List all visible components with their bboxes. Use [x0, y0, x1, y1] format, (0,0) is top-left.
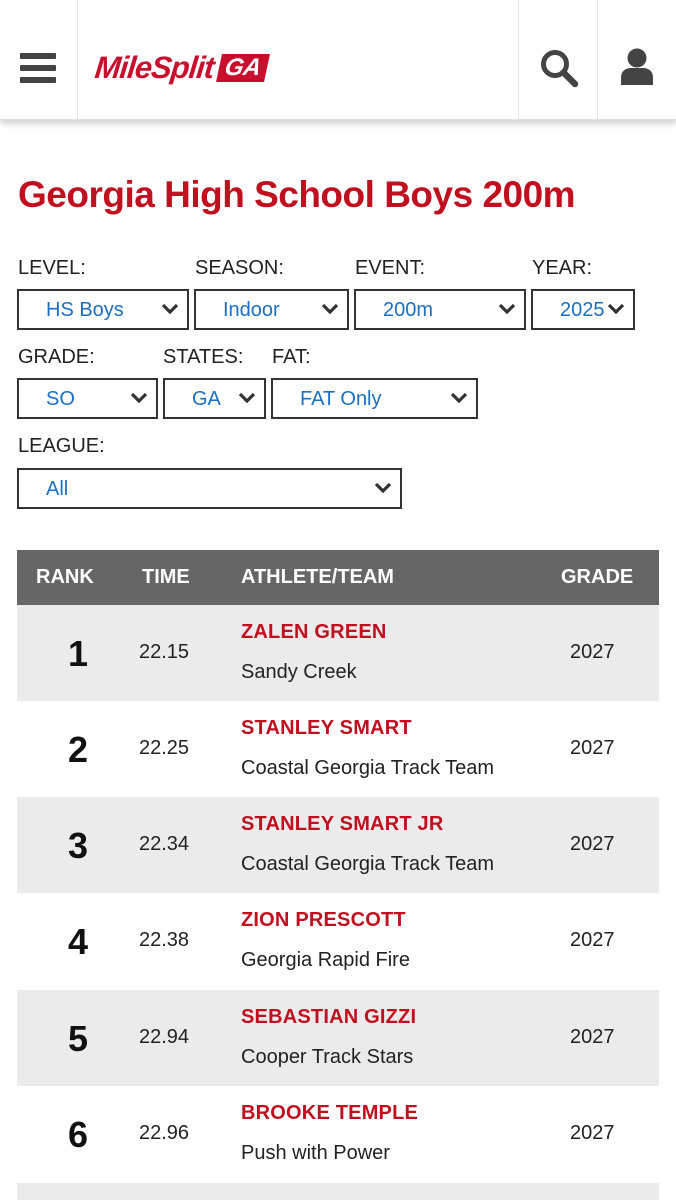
table-row: 3 22.34 STANLEY SMART JR Coastal Georgia… — [17, 797, 659, 893]
season-label: SEASON: — [195, 257, 284, 279]
team-name[interactable]: Push with Power — [241, 1142, 390, 1165]
level-label: LEVEL: — [18, 257, 86, 279]
table-row: 1 22.15 ZALEN GREEN Sandy Creek 2027 — [17, 605, 659, 701]
chevron-down-icon — [238, 392, 256, 404]
team-name[interactable]: Coastal Georgia Track Team — [241, 757, 494, 780]
user-icon — [621, 48, 653, 85]
athlete-link[interactable]: STANLEY SMART JR — [241, 813, 443, 836]
team-name[interactable]: Georgia Rapid Fire — [241, 949, 410, 972]
rankings-table-header: RANK TIME ATHLETE/TEAM GRADE — [17, 550, 659, 605]
league-select-value: All — [46, 478, 69, 500]
event-select-value: 200m — [383, 299, 434, 321]
time-cell: 22.15 — [139, 641, 190, 663]
grade-cell: 2027 — [570, 929, 615, 951]
rank-cell: 3 — [67, 825, 89, 866]
states-label: STATES: — [163, 346, 244, 368]
rank-cell: 2 — [67, 729, 89, 770]
table-row: 4 22.38 ZION PRESCOTT Georgia Rapid Fire… — [17, 893, 659, 989]
time-cell: 22.34 — [139, 833, 190, 855]
fat-select[interactable]: FAT Only — [271, 378, 478, 419]
rank-cell: 1 — [67, 633, 89, 674]
athlete-link[interactable]: ZALEN GREEN — [241, 621, 387, 644]
league-select[interactable]: All — [17, 468, 402, 509]
time-cell: 22.25 — [139, 737, 190, 759]
states-select[interactable]: GA — [163, 378, 266, 419]
rank-cell: 4 — [67, 921, 89, 962]
event-label: EVENT: — [355, 257, 426, 279]
time-cell: 22.94 — [139, 1026, 190, 1048]
table-row: 5 22.94 SEBASTIAN GIZZI Cooper Track Sta… — [17, 990, 659, 1086]
rank-cell: 5 — [67, 1018, 89, 1059]
column-header-time[interactable]: TIME — [142, 566, 190, 589]
column-header-athlete[interactable]: ATHLETE/TEAM — [241, 566, 394, 589]
column-header-rank[interactable]: RANK — [36, 566, 94, 589]
menu-button[interactable] — [0, 0, 78, 120]
chevron-down-icon — [450, 392, 468, 404]
athlete-link[interactable]: BROOKE TEMPLE — [241, 1102, 418, 1125]
chevron-down-icon — [130, 392, 148, 404]
athlete-link[interactable]: SEBASTIAN GIZZI — [241, 1006, 416, 1029]
year-label: YEAR: — [532, 257, 593, 279]
grade-cell: 2027 — [570, 1026, 615, 1048]
year-select[interactable]: 2025 — [531, 289, 635, 330]
team-name[interactable]: Coastal Georgia Track Team — [241, 853, 494, 876]
rank-cell: 6 — [67, 1114, 89, 1155]
season-select[interactable]: Indoor — [194, 289, 349, 330]
league-label: LEAGUE: — [18, 435, 105, 457]
grade-label: GRADE: — [18, 346, 95, 368]
fat-label: FAT: — [272, 346, 311, 368]
chevron-down-icon — [607, 303, 625, 315]
grade-select[interactable]: SO — [17, 378, 158, 419]
site-header: MileSplit GA — [0, 0, 676, 120]
level-select[interactable]: HS Boys — [17, 289, 189, 330]
grade-cell: 2027 — [570, 833, 615, 855]
athlete-link[interactable]: ZION PRESCOTT — [241, 909, 406, 932]
page-title: Georgia High School Boys 200m — [18, 174, 576, 215]
logo-state-badge: GA — [216, 54, 271, 82]
grade-cell: 2027 — [570, 737, 615, 759]
athlete-link[interactable]: STANLEY SMART — [241, 717, 412, 740]
time-cell: 22.96 — [139, 1122, 190, 1144]
year-select-value: 2025 — [560, 299, 605, 321]
states-select-value: GA — [192, 388, 221, 410]
table-row: 2 22.25 STANLEY SMART Coastal Georgia Tr… — [17, 701, 659, 797]
milesplit-logo[interactable]: MileSplit GA — [93, 48, 271, 88]
search-button[interactable] — [518, 0, 598, 120]
chevron-down-icon — [321, 303, 339, 315]
table-row: 6 22.96 BROOKE TEMPLE Push with Power 20… — [17, 1086, 659, 1182]
grade-cell: 2027 — [570, 641, 615, 663]
chevron-down-icon — [161, 303, 179, 315]
team-name[interactable]: Sandy Creek — [241, 661, 357, 684]
team-name[interactable]: Cooper Track Stars — [241, 1046, 413, 1069]
account-button[interactable] — [598, 0, 676, 120]
chevron-down-icon — [374, 482, 392, 494]
column-header-grade[interactable]: GRADE — [561, 566, 633, 589]
chevron-down-icon — [498, 303, 516, 315]
fat-select-value: FAT Only — [300, 388, 382, 410]
season-select-value: Indoor — [223, 299, 280, 321]
table-row — [17, 1183, 659, 1200]
search-icon — [541, 50, 579, 88]
logo-wordmark: MileSplit — [93, 50, 216, 85]
grade-cell: 2027 — [570, 1122, 615, 1144]
grade-select-value: SO — [46, 388, 75, 410]
level-select-value: HS Boys — [46, 299, 124, 321]
time-cell: 22.38 — [139, 929, 190, 951]
event-select[interactable]: 200m — [354, 289, 526, 330]
